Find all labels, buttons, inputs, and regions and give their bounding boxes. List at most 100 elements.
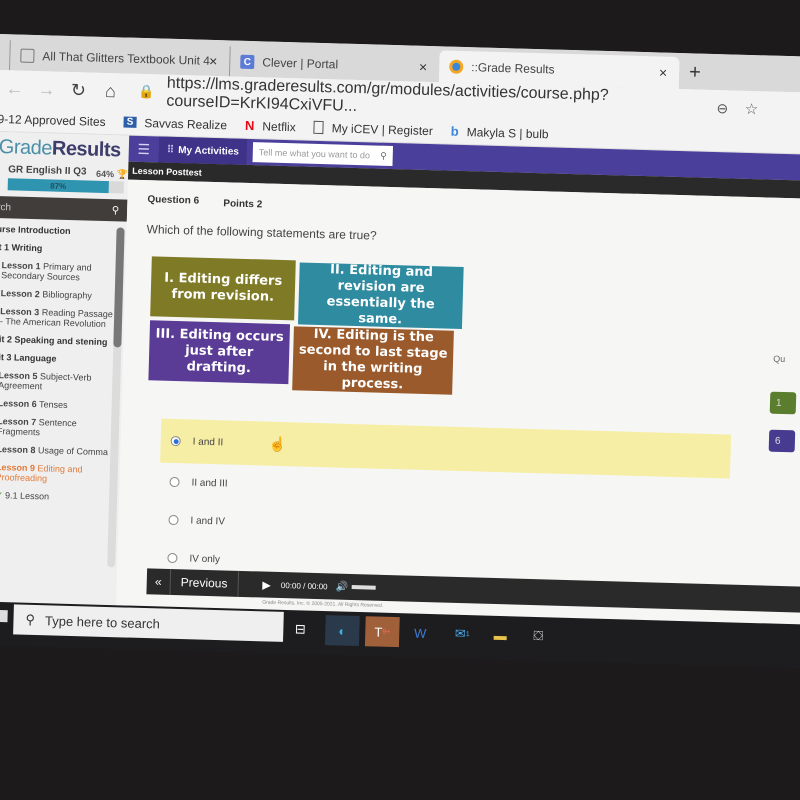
lesson-number: Lesson 2: [0, 288, 40, 300]
task-view-icon[interactable]: ⊟: [283, 614, 318, 645]
my-activities-button[interactable]: ⠿ My Activities: [158, 136, 248, 165]
tab-title: Clever | Portal: [262, 55, 339, 72]
radio-button[interactable]: [167, 552, 178, 564]
nav-lesson-item[interactable]: ✔Lesson 8 Usage of Comma: [0, 444, 111, 457]
graderesults-logo[interactable]: GradeResults: [0, 136, 121, 162]
bookmark-icev[interactable]: My iCEV | Register: [313, 120, 434, 138]
teams-badge: 9+: [382, 628, 391, 636]
audio-player: ▶ 00:00 / 00:00 🔊: [262, 578, 377, 594]
reload-button[interactable]: ↻: [62, 79, 95, 101]
double-chevron-left-icon: «: [146, 568, 172, 595]
radio-button[interactable]: [168, 514, 179, 526]
answer-label: I and IV: [190, 515, 226, 527]
home-button[interactable]: ⌂: [94, 80, 127, 102]
nav-lesson-item[interactable]: ✔Lesson 7 Sentence Fragments: [0, 416, 111, 439]
statement-box: I. Editing differs from revision.: [150, 256, 296, 321]
question-nav-button[interactable]: 1: [769, 391, 797, 415]
answer-choices: I and II ☝ II and III I and IV IV only: [157, 418, 741, 593]
answer-label: I and II: [192, 436, 224, 448]
nav-lesson-item[interactable]: ✔Lesson 6 Tenses: [0, 398, 112, 411]
search-icon[interactable]: ⚲: [380, 150, 387, 161]
question-number: Question 6: [147, 194, 200, 207]
mail-glyph: ✉: [454, 625, 467, 642]
copyright-text: Grade Results, Inc. © 2005-2021. All Rig…: [262, 599, 384, 609]
radio-button[interactable]: [170, 435, 181, 447]
zoom-icon[interactable]: ⊖: [716, 100, 728, 117]
logo-part: Grade: [0, 136, 53, 160]
close-tab-icon[interactable]: ×: [419, 59, 428, 75]
course-score: 64% 🏆: [95, 168, 128, 180]
search-placeholder: rch: [0, 201, 12, 213]
question-points: Points 2: [223, 198, 263, 211]
bookmark-label: Netflix: [262, 118, 296, 134]
sidebar-search-input[interactable]: rch ⚲: [0, 195, 128, 222]
question-text: Which of the following statements are tr…: [146, 222, 377, 243]
nav-lesson-item[interactable]: ✱Lesson 2 Bibliography: [0, 288, 115, 301]
clever-icon: C: [240, 54, 255, 70]
bookmark-approved-sites[interactable]: 9-12 Approved Sites: [0, 111, 106, 128]
file-explorer-icon[interactable]: ▬: [483, 620, 518, 651]
bookmark-label: My iCEV | Register: [331, 120, 434, 138]
nav-unit-heading[interactable]: urse Introduction: [0, 224, 117, 237]
nav-unit-heading[interactable]: it 1 Writing: [0, 242, 116, 255]
edge-icon[interactable]: ◐: [324, 615, 360, 647]
nav-item-text: nit 3 Language: [0, 351, 57, 364]
volume-slider[interactable]: [351, 585, 377, 590]
tab-title: ::Grade Results: [471, 60, 555, 77]
lesson-number: Lesson 8: [0, 444, 36, 456]
tab-title: All That Glitters Textbook Unit 4: [42, 49, 211, 68]
taskbar-search-input[interactable]: ⚲ Type here to search: [13, 604, 284, 642]
bookmark-netflix[interactable]: N Netflix: [245, 118, 296, 134]
bookmark-savvas[interactable]: S Savvas Realize: [123, 115, 227, 132]
nav-lesson-item[interactable]: ✔Lesson 3 Reading Passage - The American…: [0, 306, 114, 329]
netflix-icon: N: [244, 117, 255, 134]
teams-glyph: T: [374, 623, 383, 640]
store-icon[interactable]: ⛋: [521, 621, 556, 652]
search-icon: ⚲: [25, 611, 36, 627]
nav-lesson-item[interactable]: ✔ 9.1 Lesson: [0, 490, 109, 503]
close-tab-icon[interactable]: ×: [659, 64, 668, 80]
nav-unit-heading[interactable]: nit 3 Language: [0, 352, 113, 365]
close-tab-icon[interactable]: ×: [209, 53, 218, 69]
browser-window: All That Glitters Textbook Unit 4 × C Cl…: [0, 34, 800, 667]
tell-me-input[interactable]: Tell me what you want to do ⚲: [252, 142, 394, 167]
nav-item-text: it 1 Writing: [0, 241, 43, 254]
nav-unit-heading[interactable]: nit 2 Speaking and stening: [0, 334, 114, 347]
back-button[interactable]: ←: [0, 77, 31, 99]
nav-lesson-item[interactable]: ✔Lesson 1 Primary and Secondary Sources: [0, 260, 116, 283]
audio-time: 00:00 / 00:00: [280, 580, 328, 591]
grade-results-app: GradeResults GR English II Q3 64% 🏆 87% …: [0, 131, 800, 667]
checkmark-icon: ✔: [0, 490, 3, 501]
play-icon[interactable]: ▶: [262, 578, 271, 591]
nav-lesson-item[interactable]: ✱Lesson 9 Editing and Proofreading: [0, 462, 110, 485]
volume-icon[interactable]: 🔊: [335, 581, 348, 592]
grid-icon: ⠿: [166, 144, 175, 156]
bulb-icon: b: [450, 123, 459, 139]
bookmark-bulb[interactable]: b Makyla S | bulb: [451, 124, 549, 142]
search-icon[interactable]: ⚲: [112, 205, 120, 216]
progress-label: 87%: [50, 180, 67, 191]
nav-item-text: nit 2 Speaking and stening: [0, 333, 108, 348]
question-nav-label: Qu: [773, 353, 786, 365]
lesson-number: Lesson 6: [0, 398, 37, 410]
hand-cursor-icon: ☝: [268, 435, 287, 453]
word-icon[interactable]: W: [403, 617, 438, 648]
mail-badge: 1: [465, 630, 470, 638]
lock-icon: 🔒: [138, 83, 155, 100]
radio-button[interactable]: [169, 476, 180, 488]
forward-button[interactable]: →: [30, 78, 63, 100]
previous-button[interactable]: « Previous: [146, 568, 239, 597]
mail-icon[interactable]: ✉ 1: [445, 618, 480, 649]
statements-grid: I. Editing differs from revision. II. Ed…: [148, 256, 464, 395]
menu-icon[interactable]: ☰: [129, 140, 159, 158]
favorite-icon[interactable]: ☆: [744, 100, 758, 118]
windows-start-icon[interactable]: [0, 609, 8, 623]
new-tab-button[interactable]: +: [689, 61, 701, 84]
nav-lesson-item[interactable]: ✖Lesson 5 Subject-Verb Agreement: [0, 370, 113, 393]
teams-icon[interactable]: T 9+: [364, 616, 400, 648]
tell-me-placeholder: Tell me what you want to do: [258, 147, 371, 161]
logo-part: Results: [51, 137, 121, 162]
question-nav-button[interactable]: 6: [768, 429, 796, 453]
lesson-nav-list: urse Introduction it 1 Writing ✔Lesson 1 P…: [0, 224, 117, 511]
nav-item-text: Bibliography: [42, 289, 92, 301]
